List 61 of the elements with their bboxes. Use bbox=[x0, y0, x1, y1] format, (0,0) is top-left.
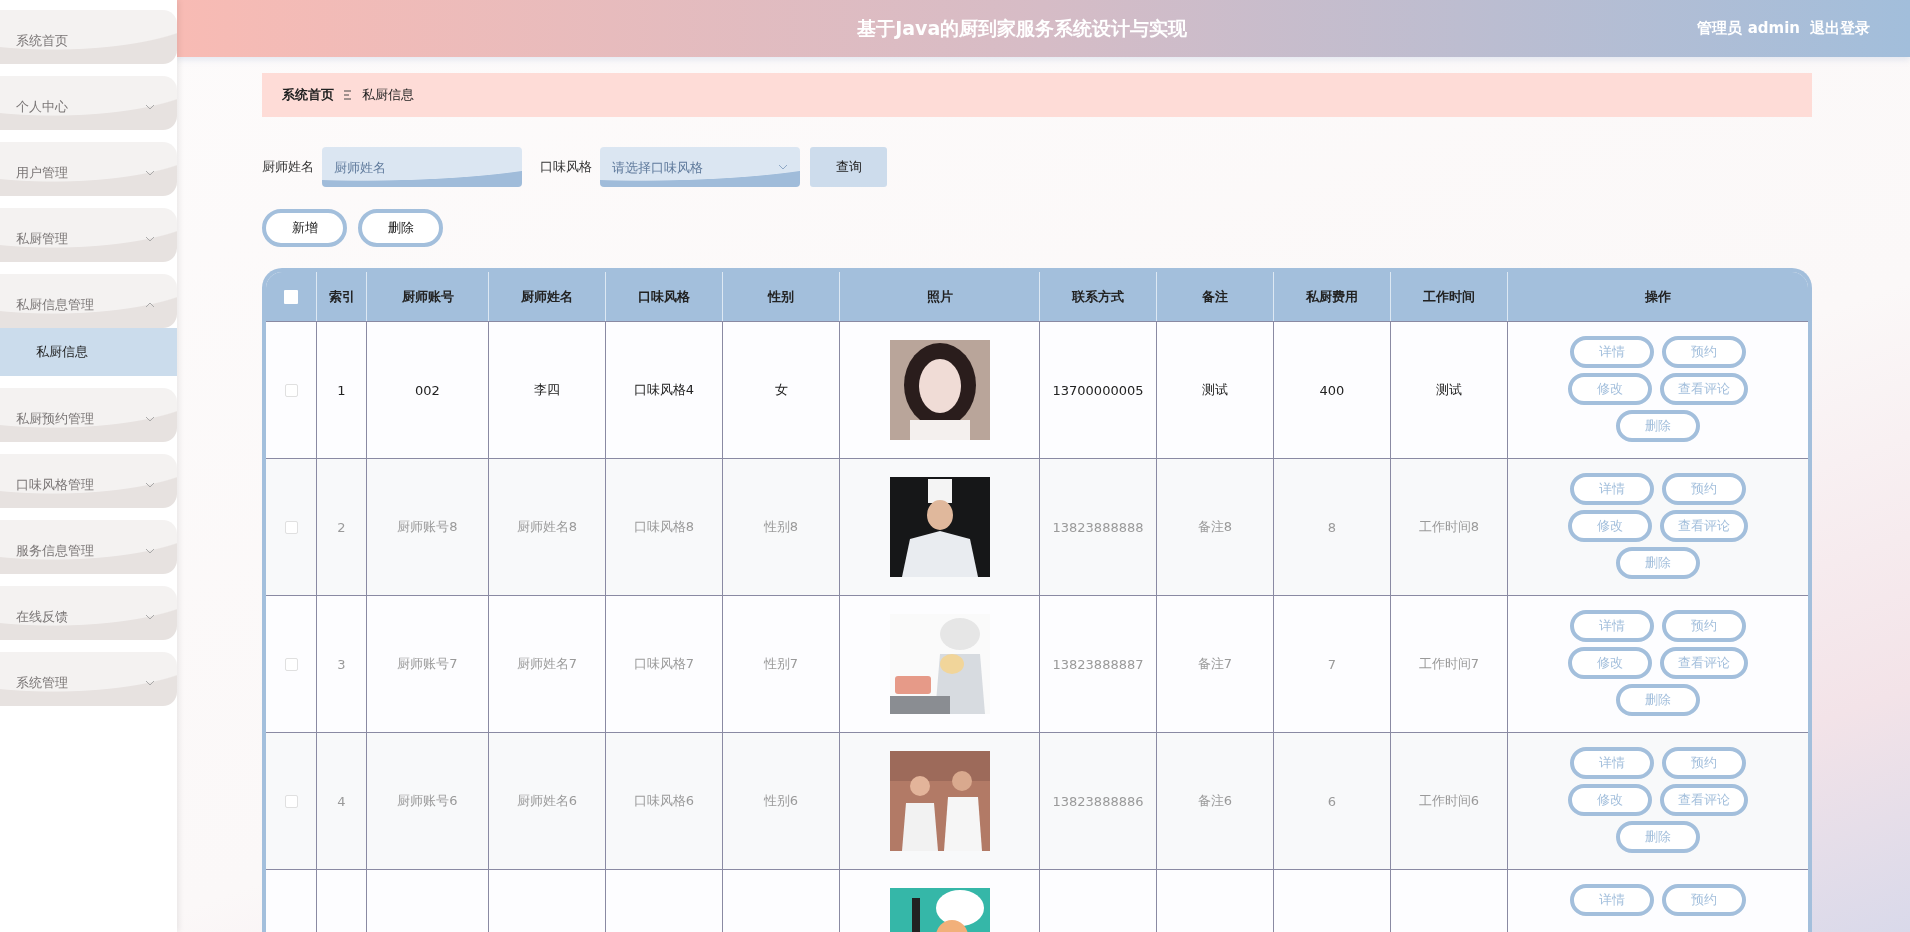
row-action-button[interactable]: 预约 bbox=[1662, 884, 1746, 916]
chevron-icon bbox=[145, 170, 155, 176]
sidebar-item[interactable]: 系统管理 bbox=[0, 652, 177, 706]
sidebar-item[interactable]: 系统首页 bbox=[0, 10, 177, 64]
row-action-button[interactable]: 删除 bbox=[1616, 410, 1700, 442]
input-field[interactable]: 厨师姓名 bbox=[322, 147, 522, 187]
row-action-button[interactable]: 预约 bbox=[1662, 473, 1746, 505]
chevron-icon bbox=[145, 482, 155, 488]
row-action-button[interactable]: 预约 bbox=[1662, 610, 1746, 642]
row-action-button[interactable]: 详情 bbox=[1570, 336, 1654, 368]
action-button[interactable]: 删除 bbox=[358, 209, 443, 247]
chevron-icon bbox=[145, 302, 155, 308]
sidebar-item[interactable]: 口味风格管理 bbox=[0, 454, 177, 508]
submenu-item[interactable]: 私厨信息 bbox=[0, 328, 177, 376]
query-button[interactable]: 查询 bbox=[810, 147, 887, 187]
row-checkbox[interactable] bbox=[284, 520, 298, 534]
row-action-button[interactable]: 修改 bbox=[1568, 373, 1652, 405]
sidebar-item[interactable]: 在线反馈 bbox=[0, 586, 177, 640]
row-action-button[interactable]: 预约 bbox=[1662, 336, 1746, 368]
page-title: 基于Java的厨到家服务系统设计与实现 bbox=[856, 15, 1189, 41]
row-action-button[interactable]: 详情 bbox=[1570, 747, 1654, 779]
row-checkbox[interactable] bbox=[284, 383, 298, 397]
breadcrumb-link[interactable]: 系统首页 bbox=[282, 86, 334, 104]
row-action-button[interactable]: 详情 bbox=[1570, 473, 1654, 505]
sidebar-item[interactable]: 私厨信息管理 bbox=[0, 274, 177, 328]
sidebar-item[interactable]: 个人中心 bbox=[0, 76, 177, 130]
chevron-icon bbox=[145, 548, 155, 554]
row-action-button[interactable]: 查看评论 bbox=[1660, 510, 1748, 542]
row-action-button[interactable]: 详情 bbox=[1570, 884, 1654, 916]
chevron-icon bbox=[145, 680, 155, 686]
field-label: 厨师姓名 bbox=[262, 158, 314, 176]
row-action-button[interactable]: 查看评论 bbox=[1660, 373, 1748, 405]
row-action-button[interactable]: 查看评论 bbox=[1660, 784, 1748, 816]
row-action-button[interactable]: 删除 bbox=[1616, 684, 1700, 716]
chevron-icon bbox=[145, 416, 155, 422]
chevron-icon bbox=[145, 104, 155, 110]
sidebar-item[interactable]: 私厨管理 bbox=[0, 208, 177, 262]
chevron-icon bbox=[778, 164, 788, 170]
row-action-button[interactable]: 修改 bbox=[1568, 510, 1652, 542]
logout-link[interactable]: 退出登录 bbox=[1810, 19, 1870, 38]
row-action-button[interactable]: 修改 bbox=[1568, 647, 1652, 679]
row-checkbox[interactable] bbox=[284, 657, 298, 671]
user-label: 管理员 admin bbox=[1697, 19, 1800, 38]
sidebar-item[interactable]: 用户管理 bbox=[0, 142, 177, 196]
row-checkbox[interactable] bbox=[284, 794, 298, 808]
row-action-button[interactable]: 删除 bbox=[1616, 547, 1700, 579]
sidebar-item[interactable]: 服务信息管理 bbox=[0, 520, 177, 574]
row-action-button[interactable]: 详情 bbox=[1570, 610, 1654, 642]
field-label: 口味风格 bbox=[540, 158, 592, 176]
row-action-button[interactable]: 删除 bbox=[1616, 821, 1700, 853]
breadcrumb-link[interactable]: 私厨信息 bbox=[362, 86, 414, 104]
chevron-icon bbox=[145, 236, 155, 242]
select-all-checkbox[interactable] bbox=[284, 289, 298, 304]
action-button[interactable]: 新增 bbox=[262, 209, 347, 247]
row-action-button[interactable]: 修改 bbox=[1568, 784, 1652, 816]
separator-icon bbox=[344, 90, 352, 100]
row-action-button[interactable]: 预约 bbox=[1662, 747, 1746, 779]
chevron-icon bbox=[145, 614, 155, 620]
select-field[interactable]: 请选择口味风格 bbox=[600, 147, 800, 187]
sidebar-item[interactable]: 私厨预约管理 bbox=[0, 388, 177, 442]
row-action-button[interactable]: 查看评论 bbox=[1660, 647, 1748, 679]
